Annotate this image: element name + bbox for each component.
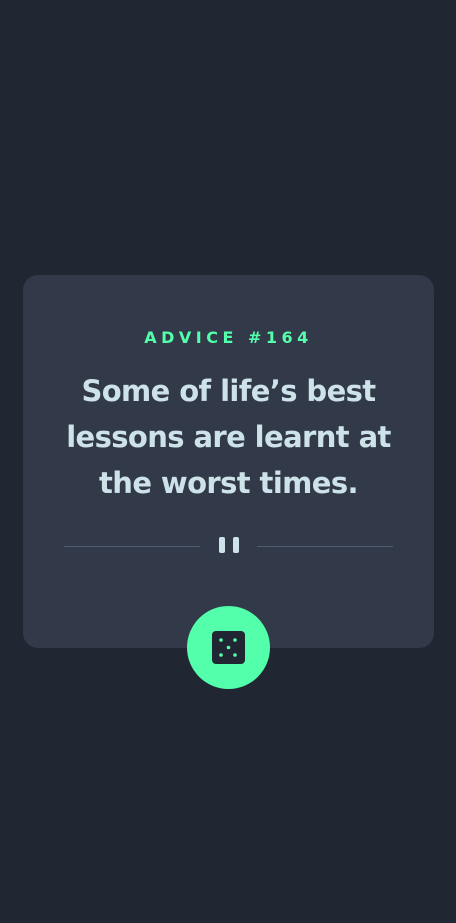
divider: [64, 535, 393, 557]
advice-number-label: ADVICE #164: [144, 328, 313, 347]
advice-quote: Some of life’s best lessons are learnt a…: [66, 374, 391, 500]
new-advice-button[interactable]: [187, 606, 270, 689]
divider-line-left: [64, 546, 200, 547]
dice-icon: [212, 631, 245, 664]
advice-card: ADVICE #164 Some of life’s best lessons …: [23, 275, 434, 648]
pause-icon: [217, 537, 241, 555]
divider-line-right: [257, 546, 393, 547]
